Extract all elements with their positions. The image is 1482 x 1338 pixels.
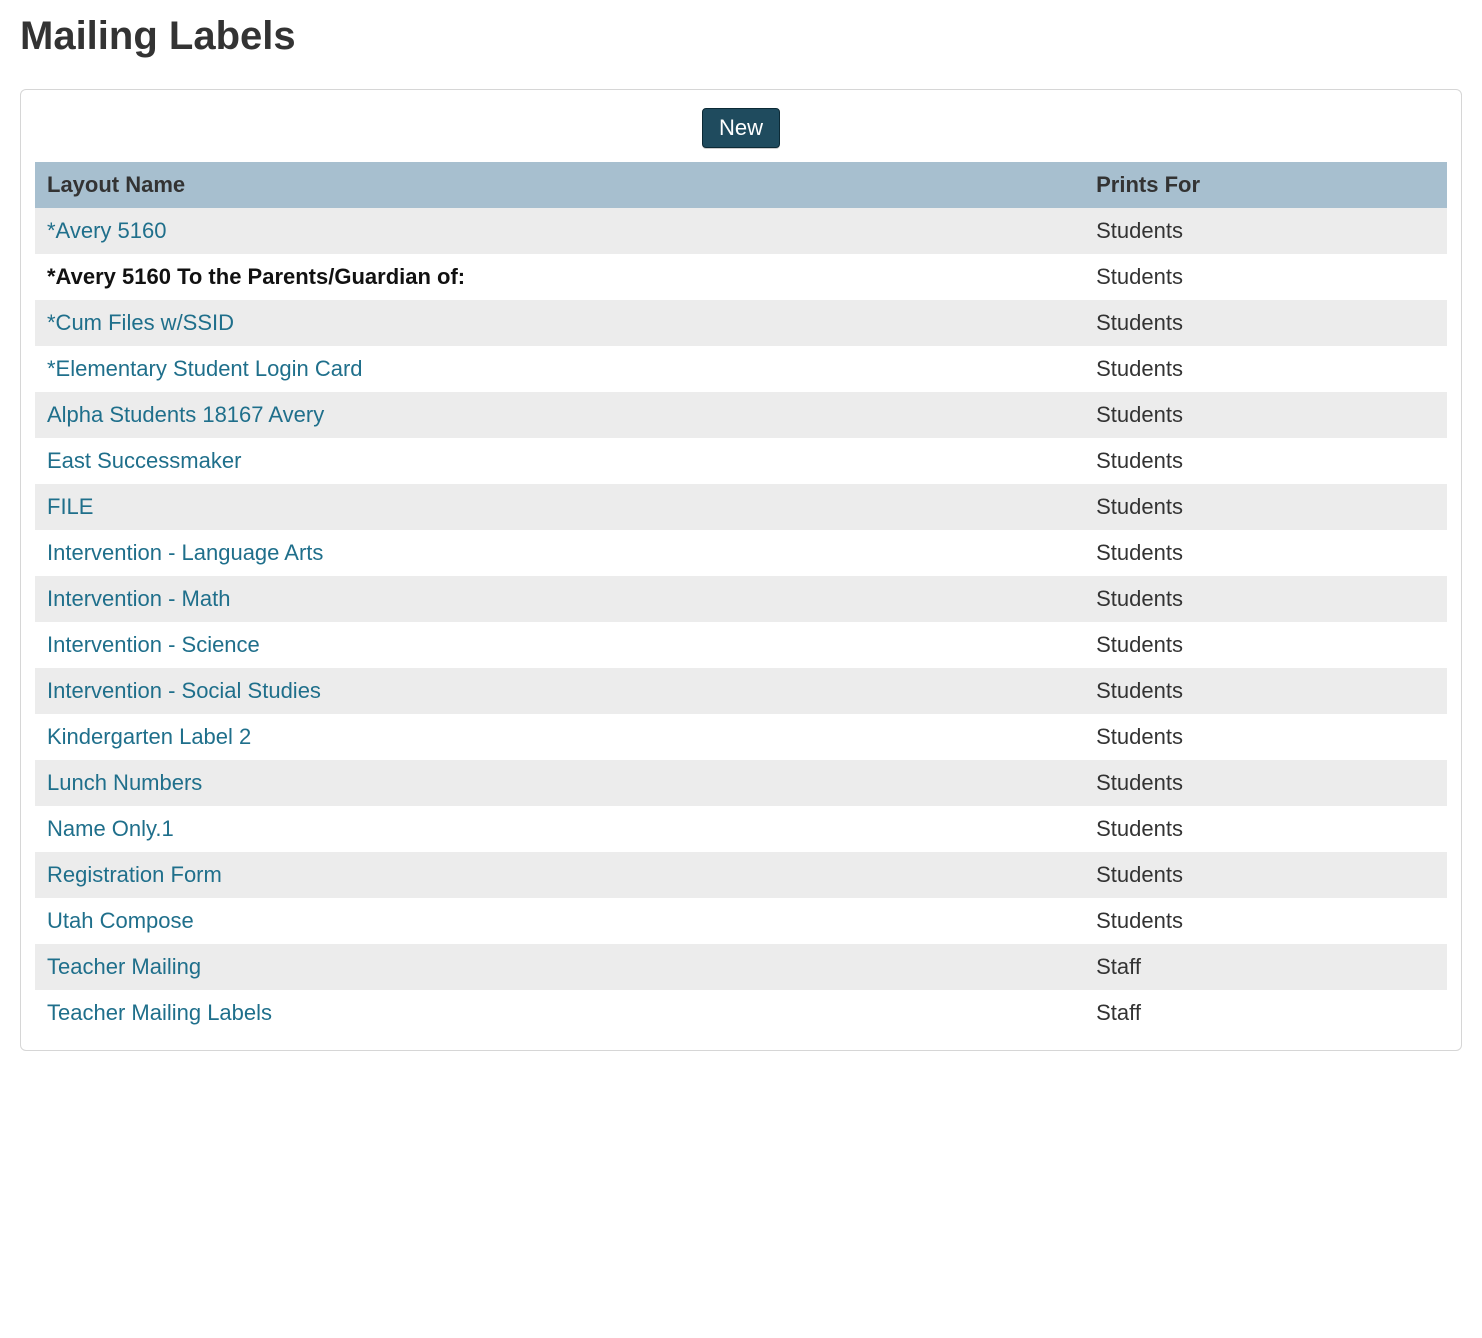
table-row: Intervention - Language Arts Students (35, 530, 1447, 576)
layout-name-link[interactable]: Utah Compose (47, 908, 194, 933)
prints-for-cell: Students (1084, 530, 1447, 576)
layout-name-cell: Lunch Numbers (35, 760, 1084, 806)
layout-name-link[interactable]: East Successmaker (47, 448, 241, 473)
prints-for-cell: Students (1084, 806, 1447, 852)
layout-name-cell: Intervention - Science (35, 622, 1084, 668)
prints-for-cell: Students (1084, 852, 1447, 898)
table-row: Intervention - Science Students (35, 622, 1447, 668)
layout-name-cell: Intervention - Social Studies (35, 668, 1084, 714)
table-row: Intervention - Social Studies Students (35, 668, 1447, 714)
page-title: Mailing Labels (20, 14, 1462, 59)
prints-for-cell: Students (1084, 254, 1447, 300)
layout-name-link[interactable]: Kindergarten Label 2 (47, 724, 251, 749)
col-header-prints-for: Prints For (1084, 162, 1447, 208)
table-row: Teacher Mailing Staff (35, 944, 1447, 990)
layout-name-link[interactable]: *Avery 5160 (47, 218, 166, 243)
table-row: FILE Students (35, 484, 1447, 530)
layout-name-cell: *Avery 5160 (35, 208, 1084, 254)
layout-name-cell: Name Only.1 (35, 806, 1084, 852)
layout-name-link[interactable]: FILE (47, 494, 93, 519)
table-row: *Avery 5160 Students (35, 208, 1447, 254)
table-row: Teacher Mailing Labels Staff (35, 990, 1447, 1036)
prints-for-cell: Students (1084, 622, 1447, 668)
layout-name-selected: *Avery 5160 To the Parents/Guardian of: (47, 264, 465, 289)
table-row: *Elementary Student Login Card Students (35, 346, 1447, 392)
prints-for-cell: Staff (1084, 944, 1447, 990)
layout-name-cell: Intervention - Math (35, 576, 1084, 622)
prints-for-cell: Students (1084, 438, 1447, 484)
layout-name-link[interactable]: *Elementary Student Login Card (47, 356, 363, 381)
table-row: Name Only.1 Students (35, 806, 1447, 852)
prints-for-cell: Students (1084, 714, 1447, 760)
layout-name-cell: Intervention - Language Arts (35, 530, 1084, 576)
layout-name-cell: FILE (35, 484, 1084, 530)
table-row: Registration Form Students (35, 852, 1447, 898)
prints-for-cell: Students (1084, 346, 1447, 392)
col-header-layout-name: Layout Name (35, 162, 1084, 208)
layout-name-link[interactable]: Lunch Numbers (47, 770, 202, 795)
table-row: *Cum Files w/SSID Students (35, 300, 1447, 346)
layout-name-link[interactable]: Alpha Students 18167 Avery (47, 402, 324, 427)
table-row: *Avery 5160 To the Parents/Guardian of: S… (35, 254, 1447, 300)
prints-for-cell: Staff (1084, 990, 1447, 1036)
layout-name-link[interactable]: Intervention - Social Studies (47, 678, 321, 703)
table-header-row: Layout Name Prints For (35, 162, 1447, 208)
layout-name-link[interactable]: Intervention - Science (47, 632, 260, 657)
prints-for-cell: Students (1084, 760, 1447, 806)
table-row: Utah Compose Students (35, 898, 1447, 944)
layout-name-link[interactable]: Intervention - Math (47, 586, 230, 611)
layout-name-cell: *Elementary Student Login Card (35, 346, 1084, 392)
layouts-table: Layout Name Prints For *Avery 5160 Studen… (35, 162, 1447, 1036)
layout-name-cell: Alpha Students 18167 Avery (35, 392, 1084, 438)
table-row: East Successmaker Students (35, 438, 1447, 484)
table-row: Lunch Numbers Students (35, 760, 1447, 806)
prints-for-cell: Students (1084, 898, 1447, 944)
prints-for-cell: Students (1084, 484, 1447, 530)
main-panel: New Layout Name Prints For *Avery 5160 St… (20, 89, 1462, 1051)
prints-for-cell: Students (1084, 300, 1447, 346)
layout-name-cell: *Avery 5160 To the Parents/Guardian of: (35, 254, 1084, 300)
layout-name-cell: Teacher Mailing (35, 944, 1084, 990)
layout-name-cell: Utah Compose (35, 898, 1084, 944)
toolbar: New (35, 108, 1447, 148)
new-button[interactable]: New (702, 108, 780, 148)
layout-name-cell: *Cum Files w/SSID (35, 300, 1084, 346)
layout-name-cell: Registration Form (35, 852, 1084, 898)
table-row: Intervention - Math Students (35, 576, 1447, 622)
layout-name-cell: Teacher Mailing Labels (35, 990, 1084, 1036)
layout-name-link[interactable]: Teacher Mailing Labels (47, 1000, 272, 1025)
layout-name-link[interactable]: Intervention - Language Arts (47, 540, 323, 565)
table-row: Alpha Students 18167 Avery Students (35, 392, 1447, 438)
layout-name-cell: Kindergarten Label 2 (35, 714, 1084, 760)
prints-for-cell: Students (1084, 576, 1447, 622)
layout-name-link[interactable]: Teacher Mailing (47, 954, 201, 979)
prints-for-cell: Students (1084, 668, 1447, 714)
table-row: Kindergarten Label 2 Students (35, 714, 1447, 760)
layout-name-link[interactable]: Registration Form (47, 862, 222, 887)
prints-for-cell: Students (1084, 392, 1447, 438)
layout-name-link[interactable]: *Cum Files w/SSID (47, 310, 234, 335)
layout-name-link[interactable]: Name Only.1 (47, 816, 174, 841)
layout-name-cell: East Successmaker (35, 438, 1084, 484)
prints-for-cell: Students (1084, 208, 1447, 254)
